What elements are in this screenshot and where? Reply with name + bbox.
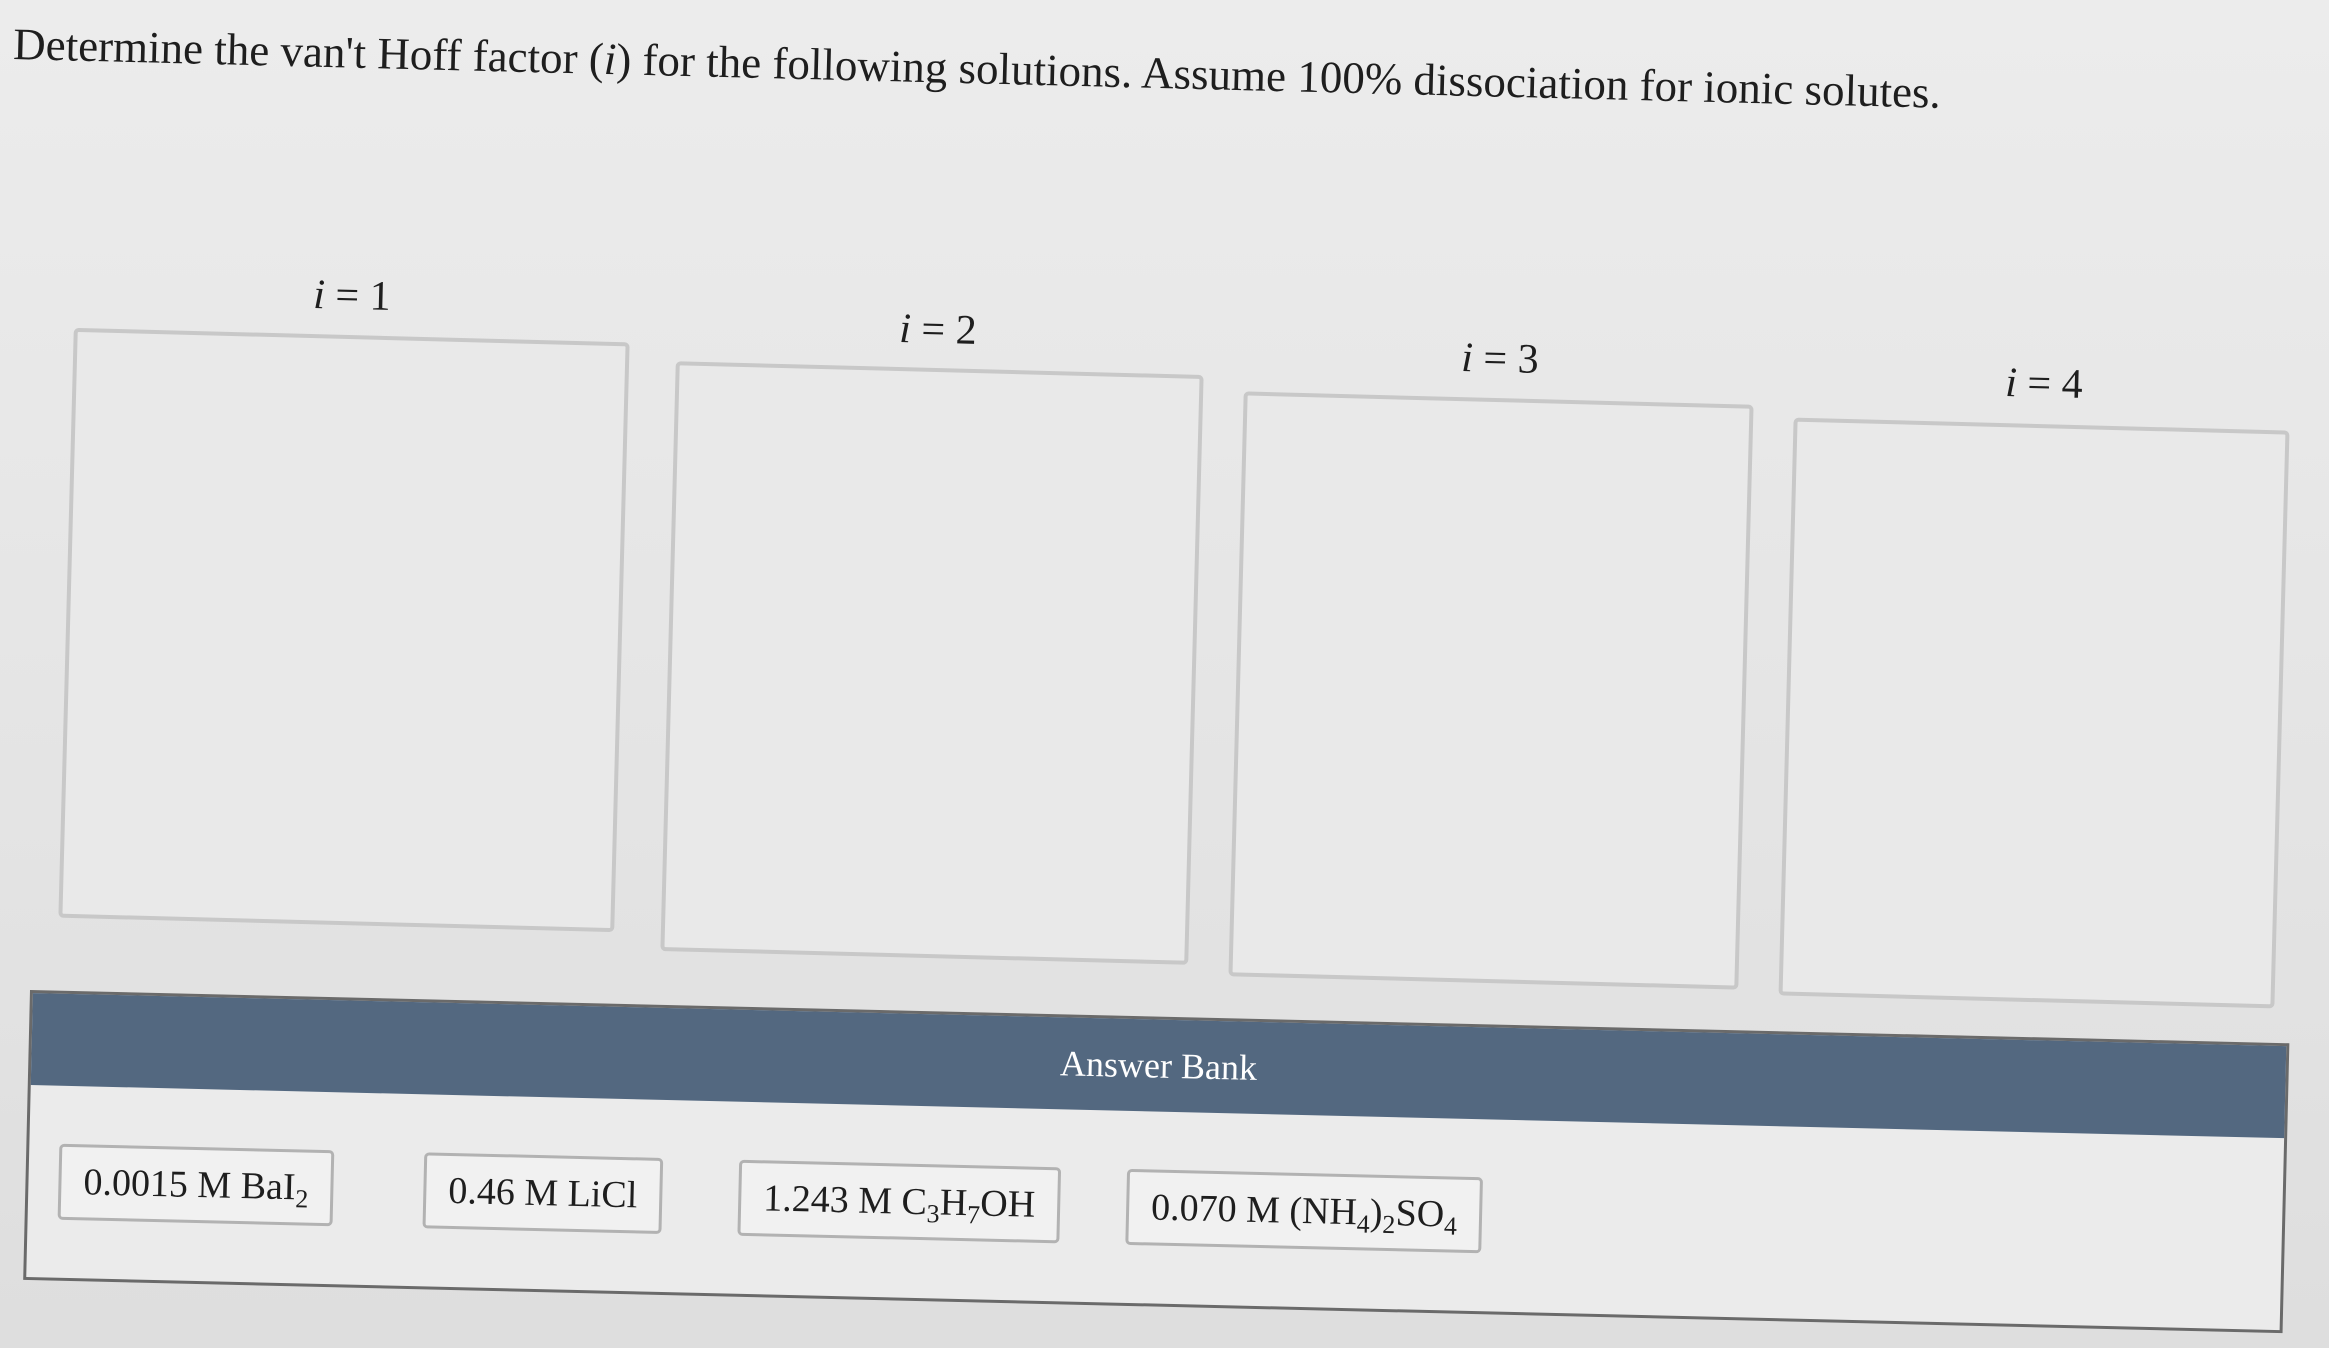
column-label-i-3: i = 3 <box>1460 335 1540 383</box>
drop-zone-i-1[interactable] <box>58 327 630 933</box>
answer-bank-title: Answer Bank <box>1059 1043 1258 1088</box>
answer-chip-c3h7oh[interactable]: 1.243 M C3H7OH <box>737 1159 1062 1244</box>
column-label-i-4: i = 4 <box>2004 360 2084 408</box>
drop-zone-i-2[interactable] <box>660 361 1204 965</box>
drop-zone-i-4[interactable] <box>1778 417 2290 1009</box>
answer-chip-bai2[interactable]: 0.0015 M BaI2 <box>57 1143 335 1227</box>
drop-zone-i-3[interactable] <box>1228 391 1754 990</box>
answer-bank-header: Answer Bank <box>30 993 2287 1139</box>
column-label-i-1: i = 1 <box>312 272 392 320</box>
answer-bank: Answer Bank 0.0015 M BaI2 0.46 M LiCl 1.… <box>23 990 2290 1334</box>
question-text: Determine the van't Hoff factor (i) for … <box>12 18 1942 118</box>
column-label-i-2: i = 2 <box>898 306 978 354</box>
answer-chip-nh4-2so4[interactable]: 0.070 M (NH4)2SO4 <box>1125 1168 1484 1254</box>
answer-chip-licl[interactable]: 0.46 M LiCl <box>422 1152 664 1234</box>
